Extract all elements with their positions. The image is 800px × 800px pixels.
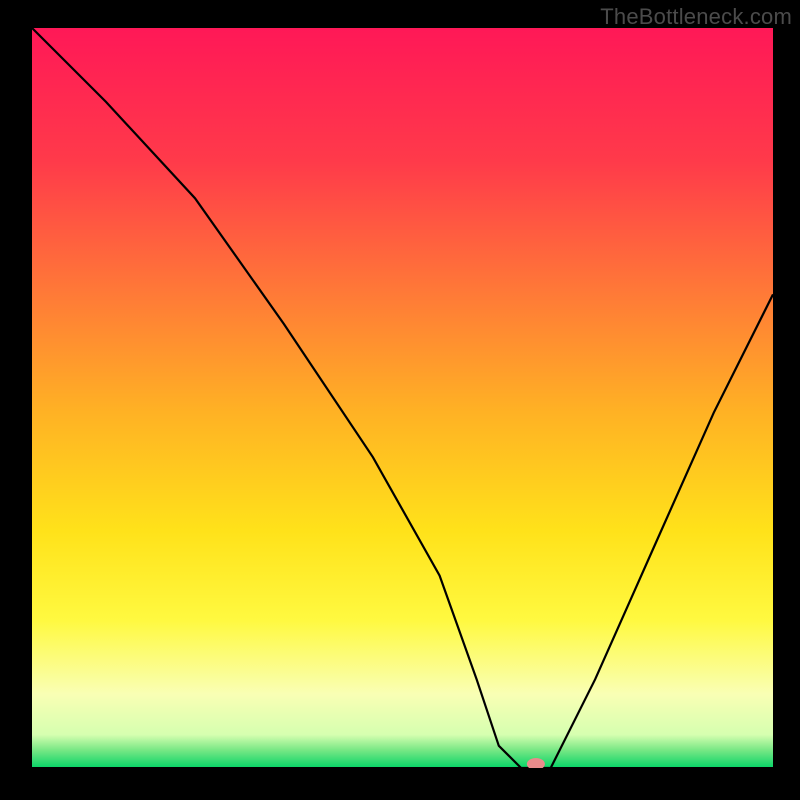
watermark-text: TheBottleneck.com bbox=[600, 4, 792, 30]
bottleneck-chart bbox=[32, 28, 773, 768]
chart-canvas bbox=[32, 28, 773, 768]
chart-background bbox=[32, 28, 773, 768]
